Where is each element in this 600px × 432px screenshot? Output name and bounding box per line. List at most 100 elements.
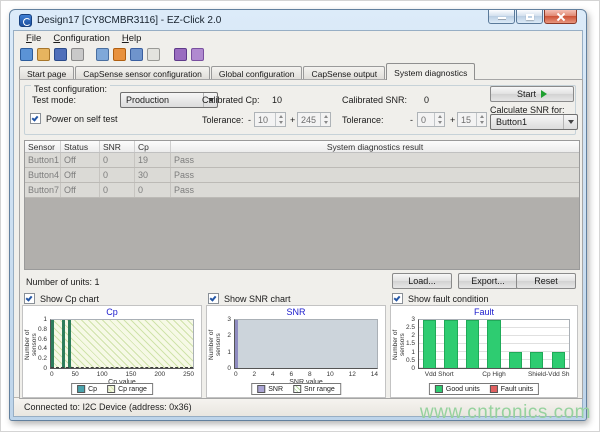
plot-area	[418, 319, 570, 369]
check-icon	[32, 114, 39, 121]
checkbox-label: Show Cp chart	[40, 294, 99, 304]
snr-tolerance-high-spinner[interactable]: 15	[457, 112, 487, 127]
toggle-show-snr-chart[interactable]: Show SNR chart	[208, 293, 291, 304]
toggle-show-cp-chart[interactable]: Show Cp chart	[24, 293, 99, 304]
snr-tolerance-low-spinner[interactable]: 0	[417, 112, 445, 127]
legend-label: Good units	[446, 386, 480, 393]
new-project-icon[interactable]	[20, 48, 33, 61]
menu-file[interactable]: File	[20, 32, 47, 45]
close-button[interactable]	[544, 10, 577, 24]
close-icon	[557, 13, 565, 21]
plot-area	[50, 319, 194, 369]
chart-bar	[530, 352, 543, 368]
reset-button[interactable]: Reset	[516, 273, 576, 289]
cp-chart-panel: Cp Number of sensors 10.80.60.40.20 0501…	[22, 305, 202, 398]
spin-up-icon[interactable]	[480, 115, 484, 118]
table-cell: Button7	[25, 183, 61, 197]
cp-tolerance-high-spinner[interactable]: 245	[297, 112, 331, 127]
column-header[interactable]: System diagnostics result	[171, 141, 579, 152]
snr-swatch	[257, 385, 265, 393]
table-row[interactable]: Button1Off019Pass	[25, 153, 579, 168]
print-icon[interactable]	[71, 48, 84, 61]
good-units-swatch	[435, 385, 443, 393]
menu-bar: FileConfigurationHelp	[14, 31, 582, 46]
chart-bar	[552, 352, 565, 368]
cp-range-swatch	[107, 385, 115, 393]
title-bar[interactable]: Design17 [CY8CMBR3116] - EZ-Click 2.0	[13, 10, 583, 30]
toolbar	[14, 46, 582, 63]
connect-icon[interactable]	[174, 48, 187, 61]
spin-down-icon[interactable]	[438, 121, 442, 124]
spin-up-icon[interactable]	[324, 115, 328, 118]
chart-bar	[509, 352, 522, 368]
bar-slot	[440, 320, 461, 368]
column-header[interactable]: SNR	[100, 141, 135, 152]
checkbox-label: Show fault condition	[408, 294, 489, 304]
chevron-down-icon	[568, 120, 574, 124]
bar-slot	[419, 320, 440, 368]
load-button[interactable]: Load...	[392, 273, 452, 289]
spinner-value: 10	[255, 113, 275, 126]
table-cell: 0	[100, 153, 135, 167]
minus-sign: -	[248, 115, 251, 125]
spin-down-icon[interactable]	[324, 121, 328, 124]
column-header[interactable]: Cp	[135, 141, 171, 152]
table-cell: 0	[100, 183, 135, 197]
plot-area	[234, 319, 378, 369]
table-row[interactable]: Button7Off00Pass	[25, 183, 579, 198]
tab-system-diagnostics[interactable]: System diagnostics	[386, 63, 475, 80]
screenshot-root: Design17 [CY8CMBR3116] - EZ-Click 2.0 Fi…	[0, 0, 600, 432]
menu-configuration[interactable]: Configuration	[47, 32, 116, 45]
start-button[interactable]: Start	[490, 86, 574, 102]
column-header[interactable]: Status	[61, 141, 100, 152]
tab-capsense-output[interactable]: CapSense output	[303, 66, 385, 80]
report-icon[interactable]	[147, 48, 160, 61]
table-cell: 0	[100, 168, 135, 182]
column-header[interactable]: Sensor	[25, 141, 61, 152]
legend-label: Cp	[88, 386, 97, 393]
minimize-button[interactable]	[488, 10, 515, 24]
table-cell: Off	[61, 153, 100, 167]
table-cell: Pass	[171, 168, 579, 182]
bar-slot	[548, 320, 569, 368]
save-icon[interactable]	[54, 48, 67, 61]
calculate-snr-combo[interactable]: Button1	[490, 114, 578, 130]
spin-down-icon[interactable]	[279, 121, 283, 124]
spin-up-icon[interactable]	[438, 115, 442, 118]
spinner-value: 0	[418, 113, 434, 126]
y-axis-ticks: 3210	[216, 316, 233, 372]
table-row[interactable]: Button4Off030Pass	[25, 168, 579, 183]
disconnect-icon[interactable]	[191, 48, 204, 61]
chart-title: SNR	[207, 307, 385, 317]
cp-tolerance-low-spinner[interactable]: 10	[254, 112, 286, 127]
table-cell: Off	[61, 168, 100, 182]
tab-global-configuration[interactable]: Global configuration	[211, 66, 303, 80]
checkbox-box	[208, 293, 219, 304]
checkbox-box	[24, 293, 35, 304]
export-config-icon[interactable]	[96, 48, 109, 61]
spin-down-icon[interactable]	[480, 121, 484, 124]
tab-start-page[interactable]: Start page	[19, 66, 74, 80]
maximize-button[interactable]	[516, 10, 543, 24]
checkbox-label: Show SNR chart	[224, 294, 291, 304]
tab-capsense-sensor-configuration[interactable]: CapSense sensor configuration	[75, 66, 210, 80]
check-icon	[26, 294, 33, 301]
chart-bar	[62, 320, 65, 368]
start-button-label: Start	[517, 89, 536, 99]
download-firmware-icon[interactable]	[130, 48, 143, 61]
link-icon[interactable]	[113, 48, 126, 61]
table-cell: 30	[135, 168, 171, 182]
export-button[interactable]: Export...	[458, 273, 518, 289]
open-project-icon[interactable]	[37, 48, 50, 61]
spin-up-icon[interactable]	[279, 115, 283, 118]
tab-strip: Start pageCapSense sensor configurationG…	[19, 63, 577, 80]
load-button-label: Load...	[408, 276, 436, 286]
app-window: Design17 [CY8CMBR3116] - EZ-Click 2.0 Fi…	[9, 9, 587, 421]
toggle-show-fault-condition[interactable]: Show fault condition	[392, 293, 489, 304]
chart-bar	[466, 320, 479, 368]
x-axis-ticks: 050100150200250	[50, 371, 194, 379]
spinner-value: 245	[298, 113, 320, 126]
power-on-self-test-checkbox[interactable]: Power on self test	[30, 113, 118, 124]
window-title: Design17 [CY8CMBR3116] - EZ-Click 2.0	[37, 15, 221, 26]
menu-help[interactable]: Help	[116, 32, 148, 45]
